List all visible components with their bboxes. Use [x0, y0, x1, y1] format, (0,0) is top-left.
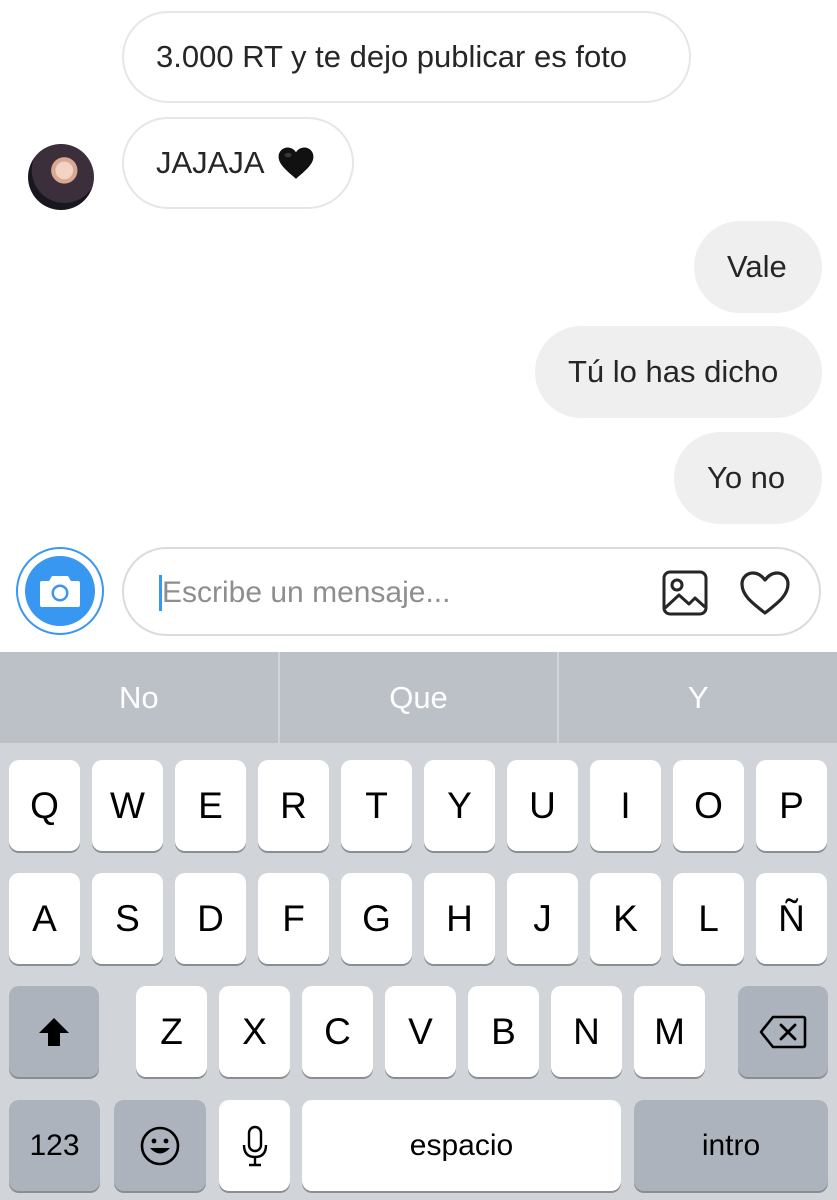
message-bubble-outgoing[interactable]: Tú lo has dicho [535, 326, 822, 418]
message-bubble-outgoing[interactable]: Vale [694, 221, 822, 313]
key-c[interactable]: C [302, 986, 373, 1077]
emoji-icon [140, 1126, 180, 1165]
key-p[interactable]: P [756, 760, 827, 851]
microphone-icon [242, 1125, 267, 1166]
key-o[interactable]: O [673, 760, 744, 851]
camera-button[interactable] [16, 547, 104, 635]
return-key[interactable]: intro [634, 1100, 828, 1191]
key-y[interactable]: Y [424, 760, 495, 851]
key-l[interactable]: L [673, 873, 744, 964]
key-g[interactable]: G [341, 873, 412, 964]
key-q[interactable]: Q [9, 760, 80, 851]
key-z[interactable]: Z [136, 986, 207, 1077]
message-bubble-incoming[interactable]: JAJAJA [122, 117, 354, 209]
keyboard: No Que Y Q W E R T Y U I O P A S D F G H… [0, 652, 837, 1200]
key-b[interactable]: B [468, 986, 539, 1077]
message-bubble-incoming[interactable]: 3.000 RT y te dejo publicar es foto [122, 11, 691, 103]
key-u[interactable]: U [507, 760, 578, 851]
message-text: Tú lo has dicho [568, 354, 779, 389]
key-i[interactable]: I [590, 760, 661, 851]
key-t[interactable]: T [341, 760, 412, 851]
avatar[interactable] [28, 144, 94, 210]
microphone-key[interactable] [219, 1100, 290, 1191]
key-m[interactable]: M [634, 986, 705, 1077]
emoji-key[interactable] [114, 1100, 206, 1191]
message-text: Yo no [707, 460, 786, 495]
space-key[interactable]: espacio [302, 1100, 621, 1191]
shift-key[interactable] [9, 986, 99, 1077]
suggestion-item[interactable]: Que [280, 652, 560, 743]
message-text: 3.000 RT y te dejo publicar es foto [156, 39, 628, 74]
black-heart-icon [278, 147, 313, 179]
key-w[interactable]: W [92, 760, 163, 851]
delete-icon [759, 1015, 807, 1048]
key-x[interactable]: X [219, 986, 290, 1077]
key-a[interactable]: A [9, 873, 80, 964]
message-bubble-outgoing[interactable]: Yo no [674, 432, 822, 524]
key-r[interactable]: R [258, 760, 329, 851]
gallery-icon[interactable] [662, 570, 708, 616]
delete-key[interactable] [738, 986, 828, 1077]
key-k[interactable]: K [590, 873, 661, 964]
shift-icon [39, 1017, 69, 1046]
key-j[interactable]: J [507, 873, 578, 964]
key-n-tilde[interactable]: Ñ [756, 873, 827, 964]
heart-icon[interactable] [739, 569, 791, 617]
key-h[interactable]: H [424, 873, 495, 964]
key-n[interactable]: N [551, 986, 622, 1077]
key-e[interactable]: E [175, 760, 246, 851]
message-thread: 3.000 RT y te dejo publicar es foto JAJA… [0, 0, 837, 540]
message-input[interactable] [162, 563, 642, 623]
numbers-key[interactable]: 123 [9, 1100, 100, 1191]
suggestion-item[interactable]: Y [559, 652, 837, 743]
suggestion-item[interactable]: No [0, 652, 280, 743]
message-text: Vale [727, 249, 787, 284]
message-text: JAJAJA [156, 145, 265, 180]
key-f[interactable]: F [258, 873, 329, 964]
key-s[interactable]: S [92, 873, 163, 964]
key-d[interactable]: D [175, 873, 246, 964]
suggestion-bar: No Que Y [0, 652, 837, 743]
camera-icon [40, 576, 80, 607]
key-v[interactable]: V [385, 986, 456, 1077]
message-composer [122, 547, 821, 636]
